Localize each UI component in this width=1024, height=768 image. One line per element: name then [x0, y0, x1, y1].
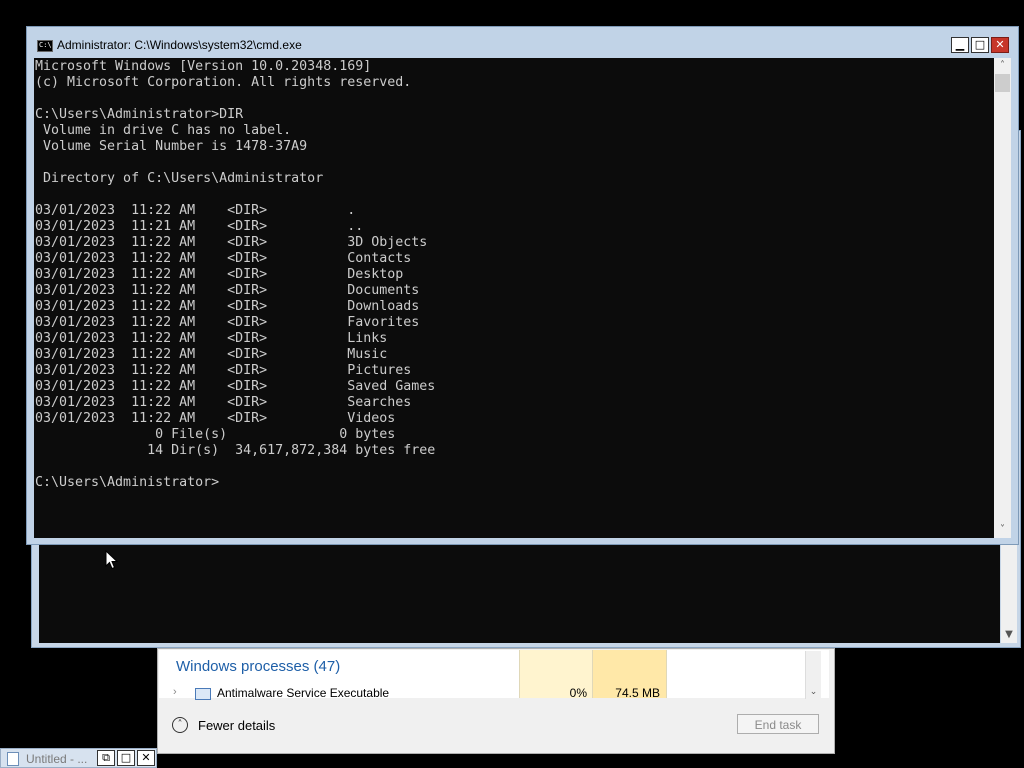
mouse-cursor-icon: [105, 550, 119, 570]
process-name: Antimalware Service Executable: [217, 686, 390, 700]
fewer-details-button[interactable]: ˄ Fewer details: [172, 715, 275, 735]
process-list[interactable]: Windows processes (47) › Antimalware Ser…: [159, 650, 829, 700]
process-list-scrollbar[interactable]: ⌄: [805, 651, 821, 699]
cmd-window-title: Administrator: C:\Windows\system32\cmd.e…: [57, 38, 302, 52]
console-text[interactable]: Microsoft Windows [Version 10.0.20348.16…: [34, 58, 994, 491]
end-task-button[interactable]: End task: [737, 714, 819, 734]
task-manager-window[interactable]: Windows processes (47) › Antimalware Ser…: [157, 648, 835, 754]
minimized-window-title: Untitled - ...: [26, 752, 88, 766]
console-scrollbar[interactable]: ˄ ˅: [994, 58, 1011, 538]
process-memory: 74.5 MB: [615, 686, 660, 700]
process-row[interactable]: › Antimalware Service Executable 0% 74.5…: [159, 686, 819, 700]
scroll-down-arrow-icon[interactable]: ▼: [1001, 627, 1017, 643]
close-button[interactable]: ✕: [137, 750, 155, 766]
fewer-details-label: Fewer details: [198, 717, 276, 733]
console-output[interactable]: Microsoft Windows [Version 10.0.20348.16…: [34, 58, 994, 538]
collapse-up-icon: ˄: [172, 717, 188, 733]
close-button[interactable]: ✕: [991, 37, 1009, 53]
maximize-button[interactable]: □: [117, 750, 135, 766]
expand-chevron-icon[interactable]: ›: [173, 686, 177, 698]
scroll-down-chevron-icon[interactable]: ⌄: [806, 687, 821, 697]
cmd-titlebar[interactable]: C:\ Administrator: C:\Windows\system32\c…: [27, 27, 1018, 57]
cmd-app-icon: C:\: [37, 40, 53, 52]
process-icon: [195, 688, 211, 700]
minimized-notepad-window[interactable]: Untitled - ... ⧉ □ ✕: [0, 748, 157, 768]
scroll-thumb[interactable]: [995, 74, 1010, 92]
cmd-window[interactable]: C:\ Administrator: C:\Windows\system32\c…: [26, 26, 1019, 545]
minimize-button[interactable]: ▁: [951, 37, 969, 53]
windows-processes-heading: Windows processes (47): [176, 658, 341, 675]
scroll-up-arrow-icon[interactable]: ˄: [994, 58, 1011, 74]
restore-button[interactable]: ⧉: [97, 750, 115, 766]
maximize-button[interactable]: □: [971, 37, 989, 53]
process-cpu: 0%: [569, 686, 587, 700]
notepad-icon: [7, 752, 19, 766]
scroll-down-arrow-icon[interactable]: ˅: [994, 522, 1011, 538]
